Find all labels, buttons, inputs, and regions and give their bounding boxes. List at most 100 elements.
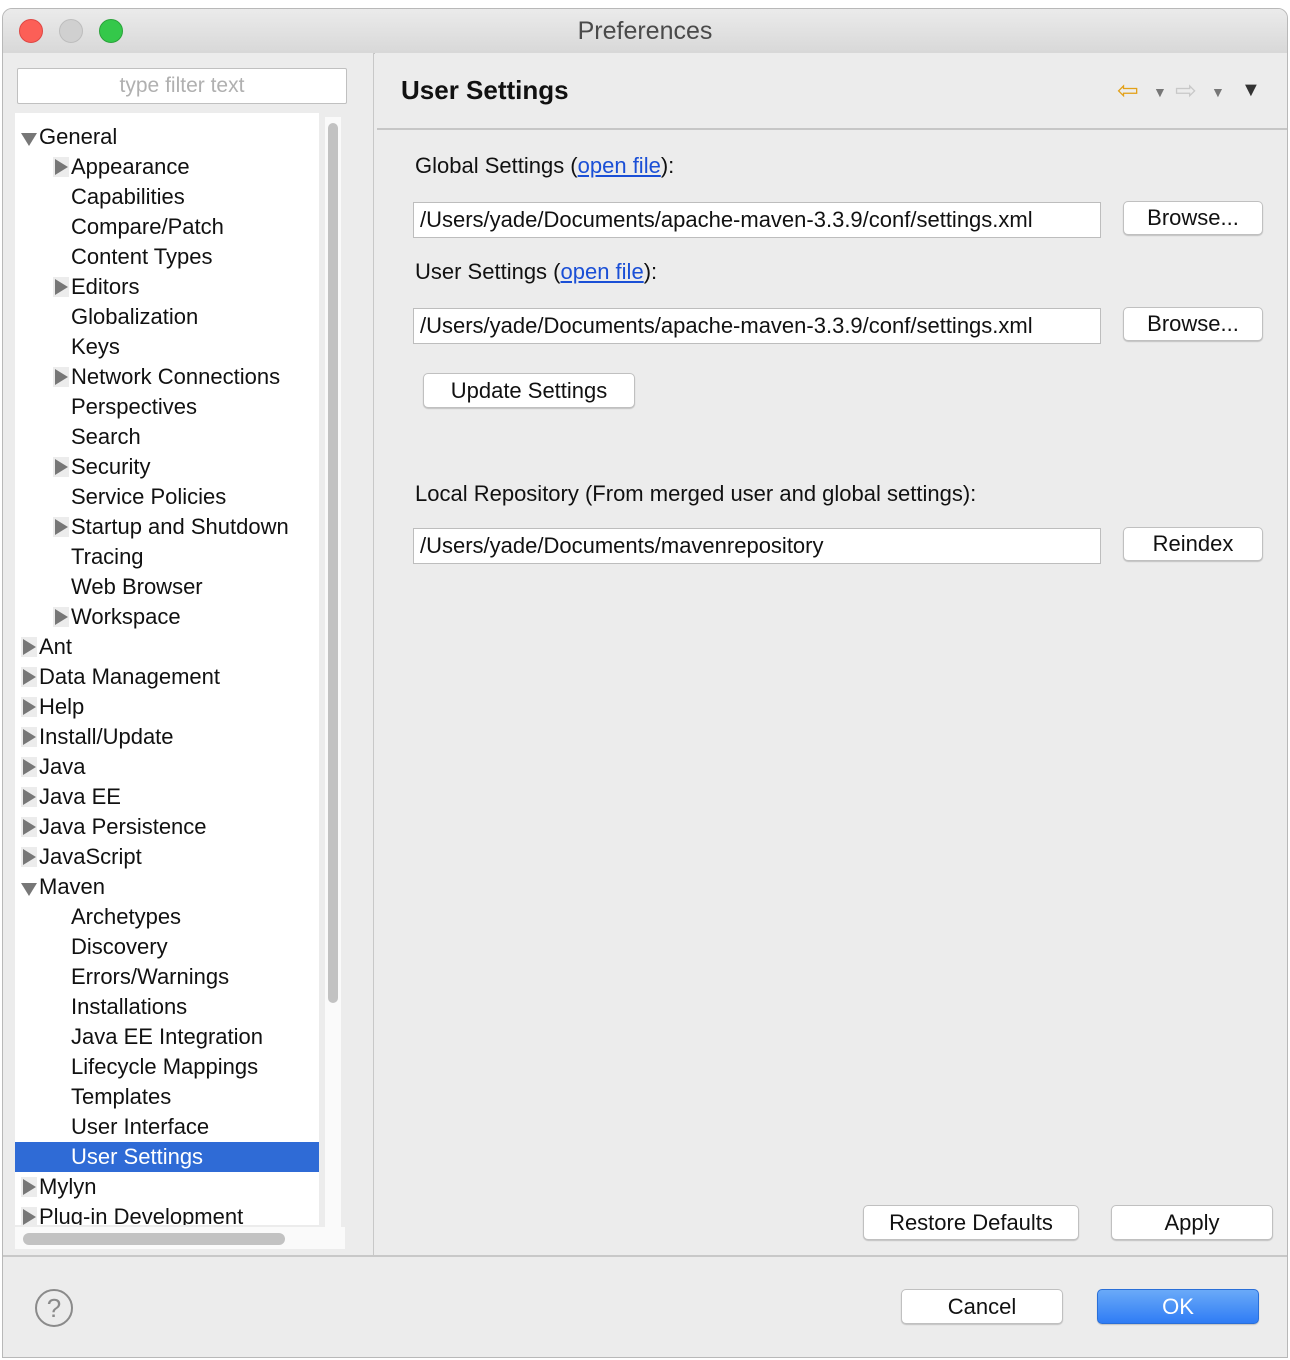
tree-item-label: Network Connections <box>71 364 281 389</box>
tree-item-label: Keys <box>71 334 120 359</box>
global-settings-label: Global Settings (open file): <box>415 153 674 179</box>
view-menu-icon[interactable]: ▼ <box>1241 75 1261 105</box>
tree-item-search[interactable]: Search <box>15 422 319 452</box>
tree-item-java-ee[interactable]: Java EE <box>15 782 319 812</box>
global-settings-path-field[interactable]: /Users/yade/Documents/apache-maven-3.3.9… <box>413 202 1101 238</box>
tree-item-install-update[interactable]: Install/Update <box>15 722 319 752</box>
header-separator <box>377 128 1287 130</box>
tree-item-data-management[interactable]: Data Management <box>15 662 319 692</box>
collapsed-triangle-icon[interactable] <box>53 517 69 537</box>
expanded-triangle-icon[interactable] <box>21 127 37 147</box>
tree-item-installations[interactable]: Installations <box>15 992 319 1022</box>
tree-item-java[interactable]: Java <box>15 752 319 782</box>
apply-button[interactable]: Apply <box>1111 1205 1273 1240</box>
tree-horizontal-scroll-thumb[interactable] <box>23 1233 285 1245</box>
tree-item-startup-and-shutdown[interactable]: Startup and Shutdown <box>15 512 319 542</box>
filter-input[interactable] <box>17 68 347 104</box>
tree-item-security[interactable]: Security <box>15 452 319 482</box>
collapsed-triangle-icon[interactable] <box>53 367 69 387</box>
tree-item-label: General <box>39 124 118 149</box>
tree-item-java-persistence[interactable]: Java Persistence <box>15 812 319 842</box>
tree-item-label: Plug-in Development <box>39 1204 244 1225</box>
collapsed-triangle-icon[interactable] <box>21 787 37 807</box>
tree-item-appearance[interactable]: Appearance <box>15 152 319 182</box>
tree-item-perspectives[interactable]: Perspectives <box>15 392 319 422</box>
back-arrow-icon[interactable]: ⇦ <box>1117 75 1139 105</box>
tree-vertical-scroll-thumb[interactable] <box>328 123 338 1003</box>
preferences-navigation-pane: General Appearance Capabilities Compare/Pat… <box>3 53 374 1255</box>
tree-item-ant[interactable]: Ant <box>15 632 319 662</box>
forward-dropdown-chevron-icon[interactable]: ▼ <box>1211 77 1225 107</box>
update-settings-button[interactable]: Update Settings <box>423 373 635 408</box>
tree-item-label: Install/Update <box>39 724 174 749</box>
tree-item-editors[interactable]: Editors <box>15 272 319 302</box>
collapsed-triangle-icon[interactable] <box>21 667 37 687</box>
tree-item-label: Tracing <box>71 544 144 569</box>
tree-item-help[interactable]: Help <box>15 692 319 722</box>
tree-item-label: Data Management <box>39 664 220 689</box>
tree-item-content-types[interactable]: Content Types <box>15 242 319 272</box>
tree-horizontal-scrollbar[interactable] <box>15 1227 345 1249</box>
tree-item-workspace[interactable]: Workspace <box>15 602 319 632</box>
tree-item-general[interactable]: General <box>15 122 319 152</box>
collapsed-triangle-icon[interactable] <box>53 457 69 477</box>
preferences-tree: General Appearance Capabilities Compare/Pat… <box>15 113 319 1225</box>
collapsed-triangle-icon[interactable] <box>53 157 69 177</box>
tree-item-label: Mylyn <box>39 1174 97 1199</box>
tree-item-label: Java EE <box>39 784 121 809</box>
collapsed-triangle-icon[interactable] <box>53 277 69 297</box>
user-settings-path-field[interactable]: /Users/yade/Documents/apache-maven-3.3.9… <box>413 308 1101 344</box>
collapsed-triangle-icon[interactable] <box>21 757 37 777</box>
help-icon[interactable]: ? <box>35 1289 73 1327</box>
cancel-button[interactable]: Cancel <box>901 1289 1063 1324</box>
collapsed-triangle-icon[interactable] <box>21 1207 37 1225</box>
tree-item-templates[interactable]: Templates <box>15 1082 319 1112</box>
tree-item-compare-patch[interactable]: Compare/Patch <box>15 212 319 242</box>
tree-item-user-settings[interactable]: User Settings <box>15 1142 319 1172</box>
page-navigation-toolbar: ⇦ ▼ ⇨ ▼ ▼ <box>1117 75 1267 105</box>
user-open-file-link[interactable]: open file <box>561 259 644 284</box>
restore-defaults-button[interactable]: Restore Defaults <box>863 1205 1079 1240</box>
tree-item-discovery[interactable]: Discovery <box>15 932 319 962</box>
collapsed-triangle-icon[interactable] <box>21 727 37 747</box>
collapsed-triangle-icon[interactable] <box>21 1177 37 1197</box>
collapsed-triangle-icon[interactable] <box>53 607 69 627</box>
global-open-file-link[interactable]: open file <box>578 153 661 178</box>
tree-item-lifecycle-mappings[interactable]: Lifecycle Mappings <box>15 1052 319 1082</box>
global-browse-button[interactable]: Browse... <box>1123 201 1263 235</box>
tree-item-service-policies[interactable]: Service Policies <box>15 482 319 512</box>
user-settings-label-text: User Settings ( <box>415 259 561 284</box>
tree-item-maven[interactable]: Maven <box>15 872 319 902</box>
tree-item-web-browser[interactable]: Web Browser <box>15 572 319 602</box>
user-browse-button[interactable]: Browse... <box>1123 307 1263 341</box>
tree-item-label: Java <box>39 754 86 779</box>
tree-item-mylyn[interactable]: Mylyn <box>15 1172 319 1202</box>
local-repository-path-field: /Users/yade/Documents/mavenrepository <box>413 528 1101 564</box>
tree-vertical-scrollbar[interactable] <box>325 117 341 1247</box>
collapsed-triangle-icon[interactable] <box>21 637 37 657</box>
tree-item-label: Archetypes <box>71 904 182 929</box>
tree-item-keys[interactable]: Keys <box>15 332 319 362</box>
collapsed-triangle-icon[interactable] <box>21 817 37 837</box>
tree-item-errors-warnings[interactable]: Errors/Warnings <box>15 962 319 992</box>
tree-item-label: Content Types <box>71 244 213 269</box>
collapsed-triangle-icon[interactable] <box>21 697 37 717</box>
tree-item-java-ee-integration[interactable]: Java EE Integration <box>15 1022 319 1052</box>
title-bar: Preferences <box>3 9 1287 54</box>
tree-item-javascript[interactable]: JavaScript <box>15 842 319 872</box>
ok-button[interactable]: OK <box>1097 1289 1259 1324</box>
collapsed-triangle-icon[interactable] <box>21 847 37 867</box>
tree-item-label: User Settings <box>71 1144 204 1169</box>
tree-item-archetypes[interactable]: Archetypes <box>15 902 319 932</box>
tree-item-capabilities[interactable]: Capabilities <box>15 182 319 212</box>
tree-item-plug-in-development[interactable]: Plug-in Development <box>15 1202 319 1225</box>
tree-item-globalization[interactable]: Globalization <box>15 302 319 332</box>
tree-item-tracing[interactable]: Tracing <box>15 542 319 572</box>
tree-item-user-interface[interactable]: User Interface <box>15 1112 319 1142</box>
local-repository-label: Local Repository (From merged user and g… <box>415 481 977 506</box>
tree-item-network-connections[interactable]: Network Connections <box>15 362 319 392</box>
reindex-button[interactable]: Reindex <box>1123 527 1263 561</box>
forward-arrow-icon[interactable]: ⇨ <box>1175 75 1197 105</box>
expanded-triangle-icon[interactable] <box>21 877 37 897</box>
back-dropdown-chevron-icon[interactable]: ▼ <box>1153 77 1167 107</box>
